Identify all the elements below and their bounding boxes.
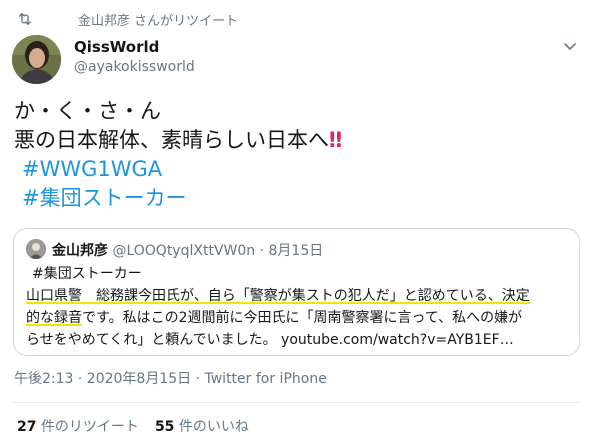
quoted-avatar xyxy=(26,239,46,259)
tweet-text: か・く・さ・ん 悪の日本解体、素晴らしい日本へ‼ #WWG1WGA #集団ストー… xyxy=(14,97,574,213)
tweet-line: か・く・さ・ん xyxy=(14,99,161,123)
tweet-stats: 27 件のリツイート 55 件のいいね xyxy=(17,416,249,436)
double-exclamation-icon: ‼ xyxy=(329,128,342,152)
tweet-line: 悪の日本解体、素晴らしい日本へ‼ xyxy=(14,126,574,155)
chevron-down-icon[interactable] xyxy=(562,38,578,54)
author-block[interactable]: QissWorld @ayakokissworld xyxy=(74,38,195,75)
quoted-line: 山口県警 総務課今田氏が、自ら「警察が集ストの犯人だ」と認めている、決定 xyxy=(26,285,571,307)
quoted-line: 的な録音です。私はこの2週間前に今田氏に「周南警察署に言って、私への嫌が xyxy=(26,307,571,329)
avatar[interactable] xyxy=(12,35,61,84)
quoted-header: 金山邦彦 @LOOQtyqlXttVW0n · 8月15日 xyxy=(52,240,323,260)
quoted-date: 8月15日 xyxy=(268,243,324,259)
quoted-author-name: 金山邦彦 xyxy=(52,243,108,259)
retweeted-by-label[interactable]: 金山邦彦 さんがリツイート xyxy=(78,10,238,29)
retweets-stat[interactable]: 27 件のリツイート xyxy=(17,419,139,435)
highlighted-text: 山口県警 総務課今田氏が、自ら「警察が集ストの犯人だ」と認めている、決定 xyxy=(26,288,530,304)
retweets-label: 件のリツイート xyxy=(40,419,139,435)
likes-stat[interactable]: 55 件のいいね xyxy=(155,419,249,435)
tweet-timestamp[interactable]: 午後2:13 · 2020年8月15日 · Twitter for iPhone xyxy=(14,368,327,388)
retweet-icon xyxy=(19,13,31,25)
quoted-line: らせをやめてくれ」と頼んでいました。 youtube.com/watch?v=A… xyxy=(26,332,514,348)
retweets-count: 27 xyxy=(17,419,37,435)
tweet-line-text: 悪の日本解体、素晴らしい日本へ xyxy=(14,128,329,152)
quoted-tweet[interactable]: 金山邦彦 @LOOQtyqlXttVW0n · 8月15日 #集団ストーカー 山… xyxy=(13,228,580,356)
author-handle[interactable]: @ayakokissworld xyxy=(74,59,195,75)
quoted-author-handle: @LOOQtyqlXttVW0n xyxy=(112,243,256,259)
likes-count: 55 xyxy=(154,419,175,435)
author-name[interactable]: QissWorld xyxy=(74,38,195,56)
highlighted-text: 的な録音 xyxy=(26,310,82,326)
retweet-header: 金山邦彦 さんがリツイート xyxy=(16,8,238,30)
quoted-line-text: です。私はこの2週間前に今田氏に「周南警察署に言って、私への嫌が xyxy=(82,310,523,326)
hashtag-link[interactable]: #WWG1WGA xyxy=(14,155,574,184)
likes-label: 件のいいね xyxy=(178,419,249,435)
quoted-hashtag: #集団ストーカー xyxy=(32,266,142,282)
divider xyxy=(13,402,580,403)
quoted-text: #集団ストーカー 山口県警 総務課今田氏が、自ら「警察が集ストの犯人だ」と認めて… xyxy=(26,263,571,351)
hashtag-link[interactable]: #集団ストーカー xyxy=(14,184,574,213)
separator-dot: · xyxy=(259,243,265,259)
